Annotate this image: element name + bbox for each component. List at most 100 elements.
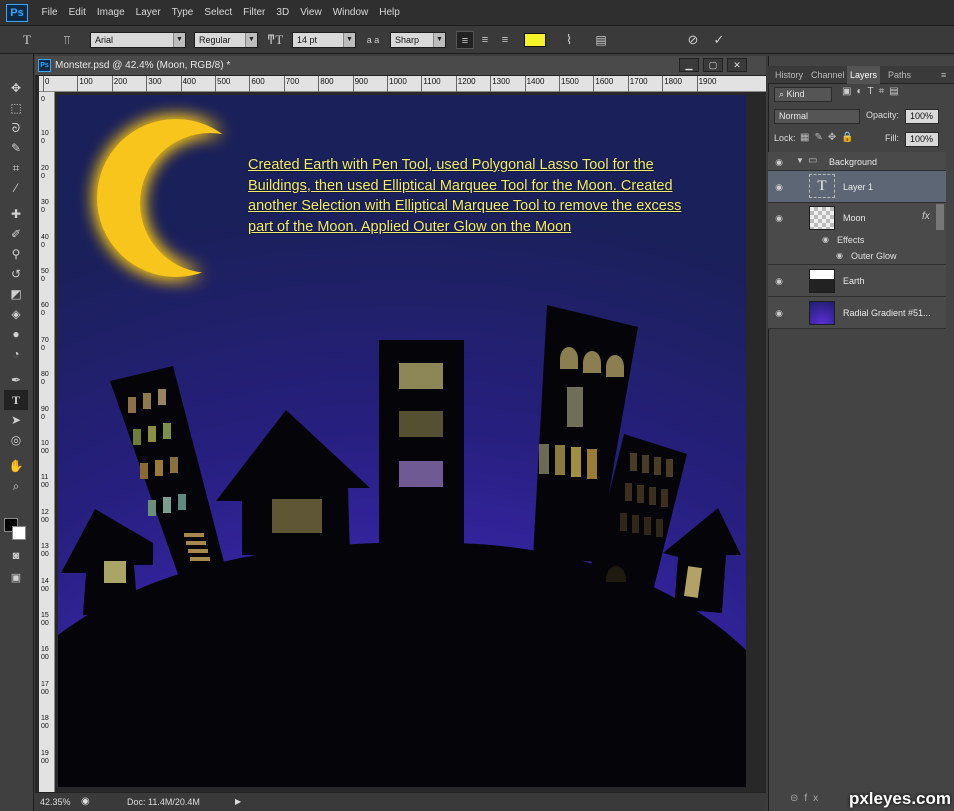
tab-history[interactable]: History <box>772 66 806 84</box>
effects-row[interactable]: ◉ Effects <box>768 233 946 249</box>
healing-brush-tool-icon[interactable]: ✚ <box>4 204 28 224</box>
fx-icon[interactable]: fx <box>922 211 930 222</box>
ruler-tick <box>77 76 79 92</box>
paint-bucket-tool-icon[interactable]: ◈ <box>4 304 28 324</box>
layer-filter-icons[interactable]: ▣◐T⌗▤ <box>842 86 952 102</box>
font-size-select[interactable]: 14 pt ▼ <box>292 32 356 48</box>
commit-icon[interactable]: ✓ <box>710 31 728 49</box>
zoom-level[interactable]: 42.35% <box>40 793 71 811</box>
type-tool-icon[interactable]: T <box>4 390 28 410</box>
background-color-swatch[interactable] <box>12 526 26 540</box>
layers-scrollbar-thumb[interactable] <box>936 204 944 230</box>
ruler-label: 800 <box>41 371 49 387</box>
status-info-icon[interactable]: ◉ <box>81 793 90 811</box>
text-color-swatch[interactable] <box>524 33 546 47</box>
outer-glow-label: Outer Glow <box>851 251 897 261</box>
path-selection-tool-icon[interactable]: ➤ <box>4 410 28 430</box>
maximize-icon[interactable]: ▢ <box>703 58 723 72</box>
ruler-label: 1700 <box>629 77 648 86</box>
status-menu-arrow-icon[interactable]: ▶ <box>235 793 241 811</box>
panel-menu-icon[interactable]: ≡ <box>938 66 949 84</box>
menu-help[interactable]: Help <box>374 0 406 26</box>
menu-3d[interactable]: 3D <box>271 0 295 26</box>
eye-icon[interactable]: ◉ <box>822 235 829 244</box>
warp-text-icon[interactable]: ⌇ <box>560 31 578 49</box>
menu-window[interactable]: Window <box>327 0 374 26</box>
pen-tool-icon[interactable]: ✒ <box>4 370 28 390</box>
eye-icon[interactable]: ◉ <box>772 276 786 287</box>
zoom-tool-icon[interactable]: ⌕ <box>4 476 28 496</box>
layer-row-moon[interactable]: ◉ Moon fx <box>768 203 946 233</box>
layer-row-earth[interactable]: ◉ Earth <box>768 265 946 297</box>
ruler-label: 100 <box>79 77 93 86</box>
eraser-tool-icon[interactable]: ◩ <box>4 284 28 304</box>
move-tool-icon[interactable]: ✥ <box>4 78 28 98</box>
dodge-tool-icon[interactable]: ◔ <box>4 344 28 364</box>
ruler-tick <box>662 76 664 92</box>
blur-tool-icon[interactable]: ● <box>4 324 28 344</box>
history-brush-tool-icon[interactable]: ↺ <box>4 264 28 284</box>
tab-channels[interactable]: Channel <box>808 66 848 84</box>
tab-layers[interactable]: Layers <box>847 66 881 84</box>
eye-icon[interactable]: ◉ <box>772 213 786 224</box>
document-tab[interactable]: Ps Monster.psd @ 42.4% (Moon, RGB/8) * ▁… <box>35 56 766 76</box>
anti-alias-select[interactable]: Sharp ▼ <box>390 32 446 48</box>
quick-selection-tool-icon[interactable]: ✎ <box>4 138 28 158</box>
tab-paths[interactable]: Paths <box>885 66 914 84</box>
align-center-icon[interactable]: ≡ <box>476 31 494 49</box>
canvas-text-layer[interactable]: Created Earth with Pen Tool, used Polygo… <box>248 155 708 237</box>
artwork[interactable]: Created Earth with Pen Tool, used Polygo… <box>58 95 746 787</box>
eye-icon[interactable]: ◉ <box>836 251 843 260</box>
layer-filter-select[interactable]: ⌕ Kind <box>774 87 832 102</box>
menu-file[interactable]: File <box>36 0 63 26</box>
character-panel-icon[interactable]: ▤ <box>592 31 610 49</box>
marquee-tool-icon[interactable]: ⬚ <box>4 98 28 118</box>
toggle-orientation-icon[interactable]: ⫪ <box>58 31 76 49</box>
eye-icon[interactable]: ◉ <box>772 182 786 193</box>
brush-tool-icon[interactable]: ✐ <box>4 224 28 244</box>
shape-tool-icon[interactable]: ◎ <box>4 430 28 450</box>
eye-icon[interactable]: ◉ <box>772 157 786 168</box>
menu-view[interactable]: View <box>295 0 328 26</box>
layer-row-layer-1[interactable]: ◉ T Layer 1 <box>768 171 946 203</box>
type-tool-preset-icon[interactable]: T <box>18 31 36 49</box>
chevron-down-icon[interactable]: ▼ <box>796 156 804 165</box>
font-style-select[interactable]: Regular ▼ <box>194 32 258 48</box>
screen-mode-icon[interactable]: ▣ <box>4 568 28 588</box>
cancel-icon[interactable]: ⊘ <box>684 31 702 49</box>
canvas-area[interactable]: Created Earth with Pen Tool, used Polygo… <box>55 92 766 792</box>
menu-filter[interactable]: Filter <box>238 0 271 26</box>
ruler-label: 600 <box>41 302 49 318</box>
outer-glow-row[interactable]: ◉ Outer Glow <box>768 249 946 265</box>
lock-icons[interactable]: ▦✎✥🔒 <box>800 132 859 143</box>
eyedropper-tool-icon[interactable]: ⁄ <box>4 178 28 198</box>
menu-image[interactable]: Image <box>91 0 130 26</box>
align-right-icon[interactable]: ≡ <box>496 31 514 49</box>
vertical-ruler: 0 100 200 300 400 500 600 700 800 900 1000 1100 1200… <box>39 92 55 792</box>
ruler-label: 200 <box>41 164 49 180</box>
menu-select[interactable]: Select <box>199 0 238 26</box>
effects-label: Effects <box>837 235 865 245</box>
menu-layer[interactable]: Layer <box>130 0 166 26</box>
close-icon[interactable]: ✕ <box>727 58 747 72</box>
crop-tool-icon[interactable]: ⌗ <box>4 158 28 178</box>
fill-input[interactable]: 100% <box>905 132 939 147</box>
align-left-icon[interactable]: ≡ <box>456 31 474 49</box>
menu-edit[interactable]: Edit <box>63 0 91 26</box>
blend-mode-select[interactable]: Normal <box>774 109 860 124</box>
menu-type[interactable]: Type <box>166 0 199 26</box>
opacity-input[interactable]: 100% <box>905 109 939 124</box>
minimize-icon[interactable]: ▁ <box>679 58 699 72</box>
chevron-down-icon: ▼ <box>433 33 445 47</box>
lasso-tool-icon[interactable]: ᘐ <box>4 118 28 138</box>
clone-stamp-tool-icon[interactable]: ⚲ <box>4 244 28 264</box>
ruler-label: 500 <box>41 268 49 283</box>
hand-tool-icon[interactable]: ✋ <box>4 456 28 476</box>
layer-row-radial-gradient[interactable]: ◉ Radial Gradient #51... <box>768 297 946 329</box>
font-family-select[interactable]: Arial ▼ <box>90 32 186 48</box>
ruler-tick <box>455 76 457 92</box>
eye-icon[interactable]: ◉ <box>772 308 786 319</box>
layer-group-background[interactable]: ◉ ▼ ▭ Background <box>768 152 946 171</box>
quick-mask-icon[interactable]: ◙ <box>4 546 28 566</box>
ruler-label: 1300 <box>41 543 49 559</box>
